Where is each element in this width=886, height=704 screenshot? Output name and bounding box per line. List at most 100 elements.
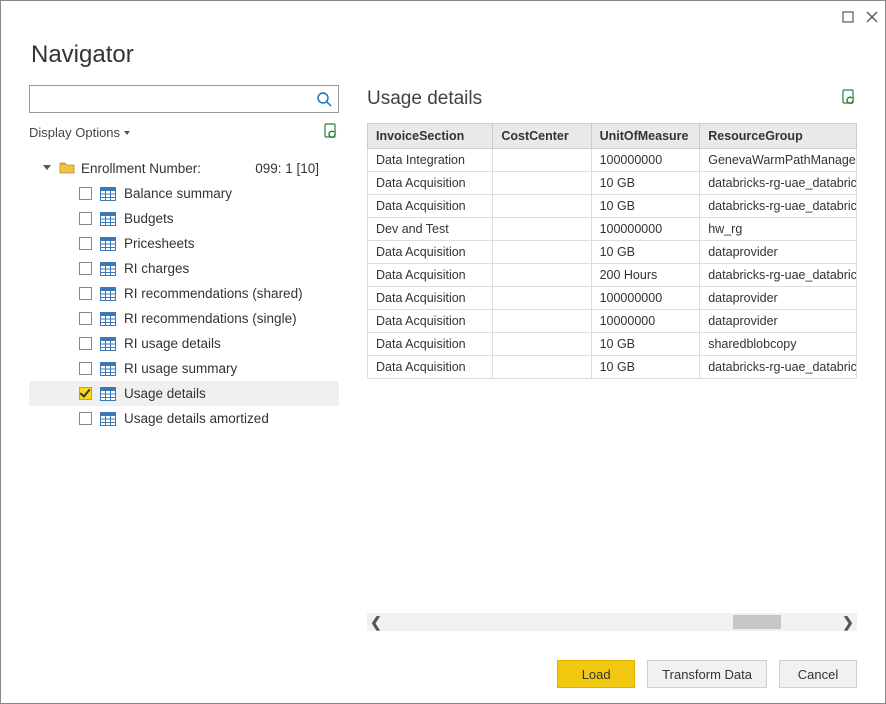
cell-invoicesection: Data Acquisition: [368, 287, 493, 310]
table-icon: [100, 187, 116, 201]
cell-costcenter: [493, 218, 591, 241]
table-row[interactable]: Data Acquisition10 GBdataprovider: [368, 241, 857, 264]
cell-costcenter: [493, 310, 591, 333]
cell-unitofmeasure: 10 GB: [591, 241, 700, 264]
tree-item-label: RI usage summary: [124, 361, 237, 376]
preview-pane: Usage details InvoiceSectionCostCenterUn…: [367, 85, 857, 631]
tree-item-label: Usage details amortized: [124, 411, 269, 426]
column-header-invoicesection[interactable]: InvoiceSection: [368, 124, 493, 149]
preview-refresh-icon[interactable]: [841, 89, 857, 110]
checkbox[interactable]: [79, 287, 92, 300]
cancel-button[interactable]: Cancel: [779, 660, 857, 688]
tree-item-ri-charges[interactable]: RI charges: [29, 256, 339, 281]
cell-unitofmeasure: 10 GB: [591, 195, 700, 218]
refresh-icon[interactable]: [323, 123, 339, 142]
cell-resourcegroup: sharedblobcopy: [700, 333, 857, 356]
tree-item-ri-recommendations-single-[interactable]: RI recommendations (single): [29, 306, 339, 331]
cell-invoicesection: Data Acquisition: [368, 310, 493, 333]
table-row[interactable]: Data Integration100000000GenevaWarmPathM…: [368, 149, 857, 172]
checkbox[interactable]: [79, 212, 92, 225]
cell-resourcegroup: dataprovider: [700, 287, 857, 310]
search-box[interactable]: [29, 85, 339, 113]
table-icon: [100, 337, 116, 351]
tree-item-usage-details[interactable]: Usage details: [29, 381, 339, 406]
folder-icon: [59, 160, 75, 177]
tree-parent-enrollment[interactable]: Enrollment Number: 099: 1 [10]: [29, 156, 339, 181]
titlebar: [1, 1, 885, 33]
tree-item-budgets[interactable]: Budgets: [29, 206, 339, 231]
tree-item-balance-summary[interactable]: Balance summary: [29, 181, 339, 206]
tree-item-label: RI recommendations (shared): [124, 286, 303, 301]
close-icon[interactable]: [865, 10, 879, 24]
table-row[interactable]: Data Acquisition 10 GBdatabricks-rg-uae_d…: [368, 356, 857, 379]
cell-unitofmeasure: 10000000: [591, 310, 700, 333]
table-icon: [100, 262, 116, 276]
cell-resourcegroup: dataprovider: [700, 241, 857, 264]
checkbox[interactable]: [79, 262, 92, 275]
caret-expanded-icon: [43, 165, 51, 170]
cell-resourcegroup: databricks-rg-uae_databricks-: [700, 356, 857, 379]
search-icon[interactable]: [316, 91, 332, 112]
tree-parent-suffix: 099: 1 [10]: [255, 161, 337, 176]
checkbox[interactable]: [79, 387, 92, 400]
checkbox[interactable]: [79, 412, 92, 425]
cell-resourcegroup: hw_rg: [700, 218, 857, 241]
tree-parent-label: Enrollment Number:: [81, 161, 201, 176]
cell-resourcegroup: databricks-rg-uae_databricks-: [700, 195, 857, 218]
tree-item-ri-recommendations-shared-[interactable]: RI recommendations (shared): [29, 281, 339, 306]
search-input[interactable]: [30, 86, 310, 112]
cell-unitofmeasure: 200 Hours: [591, 264, 700, 287]
cell-invoicesection: Dev and Test: [368, 218, 493, 241]
column-header-costcenter[interactable]: CostCenter: [493, 124, 591, 149]
tree-item-ri-usage-summary[interactable]: RI usage summary: [29, 356, 339, 381]
maximize-icon[interactable]: [841, 10, 855, 24]
preview-table: InvoiceSectionCostCenterUnitOfMeasureRes…: [367, 123, 857, 379]
chevron-down-icon: [124, 131, 130, 135]
display-options-dropdown[interactable]: Display Options: [29, 125, 130, 140]
checkbox[interactable]: [79, 187, 92, 200]
table-row[interactable]: Data Acquisition10 GBsharedblobcopy: [368, 333, 857, 356]
checkbox[interactable]: [79, 312, 92, 325]
cell-costcenter: [493, 149, 591, 172]
scroll-right-arrow-icon[interactable]: ❯: [839, 613, 857, 631]
load-button[interactable]: Load: [557, 660, 635, 688]
table-icon: [100, 237, 116, 251]
table-icon: [100, 387, 116, 401]
cell-invoicesection: Data Acquisition: [368, 356, 493, 379]
tree-item-usage-details-amortized[interactable]: Usage details amortized: [29, 406, 339, 431]
scroll-left-arrow-icon[interactable]: ❮: [367, 613, 385, 631]
checkbox[interactable]: [79, 237, 92, 250]
scroll-thumb[interactable]: [733, 615, 781, 629]
table-row[interactable]: Data Acquisition 10 GBdatabricks-rg-uae_d…: [368, 195, 857, 218]
checkbox[interactable]: [79, 362, 92, 375]
column-header-unitofmeasure[interactable]: UnitOfMeasure: [591, 124, 700, 149]
cell-invoicesection: Data Acquisition: [368, 172, 493, 195]
table-row[interactable]: Data Acquisition200 Hoursdatabricks-rg-u…: [368, 264, 857, 287]
tree-item-label: RI recommendations (single): [124, 311, 297, 326]
table-icon: [100, 287, 116, 301]
cell-invoicesection: Data Acquisition: [368, 264, 493, 287]
tree-item-ri-usage-details[interactable]: RI usage details: [29, 331, 339, 356]
cell-invoicesection: Data Acquisition: [368, 333, 493, 356]
cell-invoicesection: Data Acquisition: [368, 195, 493, 218]
tree-item-pricesheets[interactable]: Pricesheets: [29, 231, 339, 256]
tree-item-label: Balance summary: [124, 186, 232, 201]
column-header-resourcegroup[interactable]: ResourceGroup: [700, 124, 857, 149]
cell-unitofmeasure: 100000000: [591, 287, 700, 310]
table-icon: [100, 212, 116, 226]
table-row[interactable]: Data Acquisition 100000000dataprovider: [368, 287, 857, 310]
table-icon: [100, 312, 116, 326]
display-options-label: Display Options: [29, 125, 120, 140]
cell-resourcegroup: dataprovider: [700, 310, 857, 333]
horizontal-scrollbar[interactable]: ❮ ❯: [367, 613, 857, 631]
cell-unitofmeasure: 10 GB: [591, 356, 700, 379]
transform-data-button[interactable]: Transform Data: [647, 660, 767, 688]
cell-unitofmeasure: 100000000: [591, 149, 700, 172]
footer: Load Transform Data Cancel: [1, 645, 885, 703]
table-row[interactable]: Data Acquisition 10000000dataprovider: [368, 310, 857, 333]
checkbox[interactable]: [79, 337, 92, 350]
table-row[interactable]: Dev and Test100000000hw_rg: [368, 218, 857, 241]
cell-costcenter: [493, 264, 591, 287]
table-row[interactable]: Data Acquisition10 GBdatabricks-rg-uae_d…: [368, 172, 857, 195]
cell-resourcegroup: databricks-rg-uae_databricks-: [700, 172, 857, 195]
